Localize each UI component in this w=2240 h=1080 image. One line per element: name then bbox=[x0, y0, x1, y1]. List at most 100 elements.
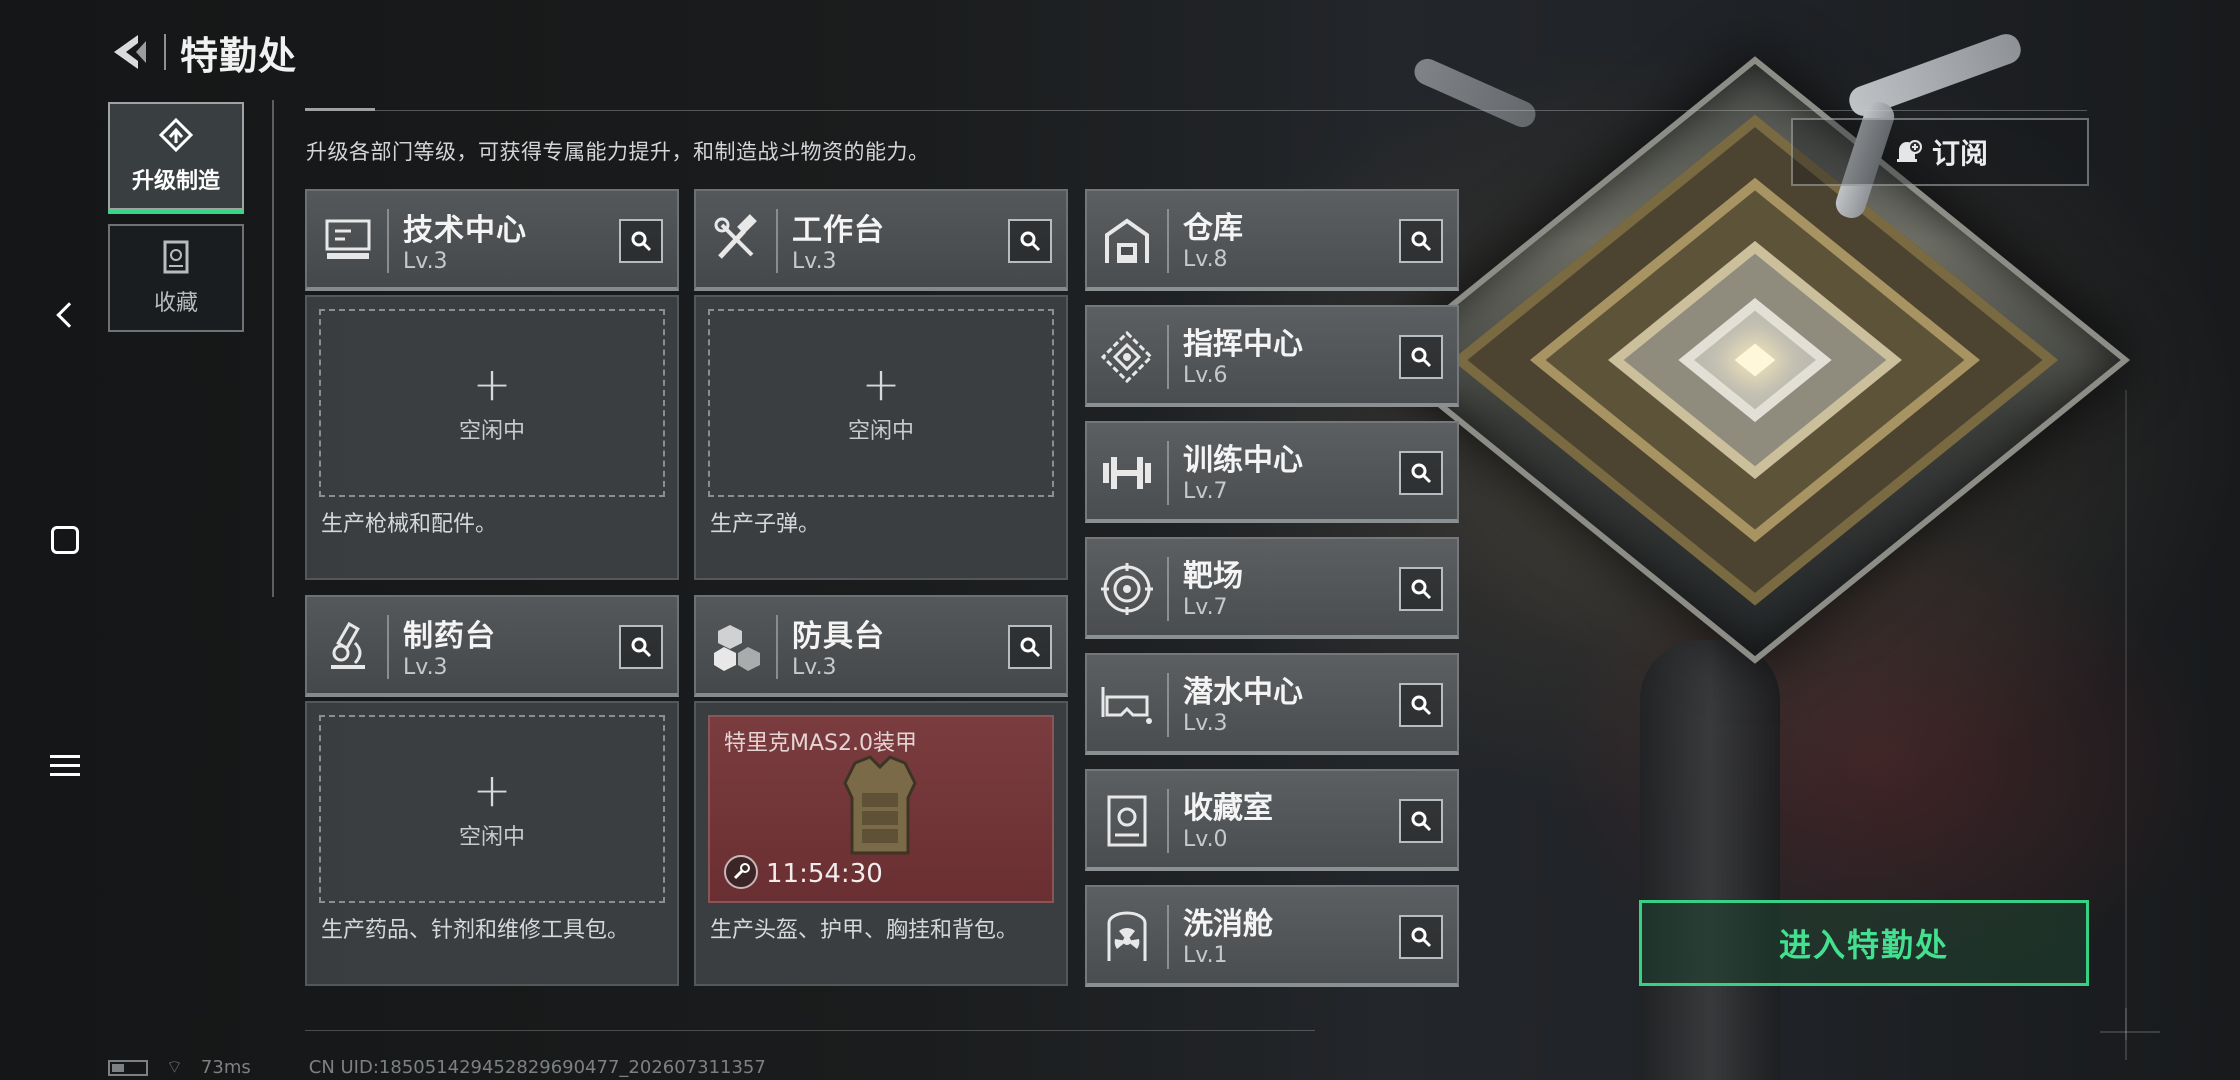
divider bbox=[305, 1030, 1315, 1031]
square-icon bbox=[51, 526, 79, 554]
facility-name: 指挥中心 bbox=[1183, 327, 1303, 362]
armor-vest-icon bbox=[830, 753, 930, 863]
user-uid: CN UID:18505142945282969047​7_2026073113… bbox=[308, 1057, 766, 1078]
facility-decontamination[interactable]: 洗消舱 Lv.1 bbox=[1085, 885, 1459, 987]
slot-status: 空闲中 bbox=[458, 825, 525, 850]
facility-level: Lv.6 bbox=[1183, 363, 1228, 388]
facility-diving-center[interactable]: 潜水中心 Lv.3 bbox=[1085, 653, 1459, 755]
subscribe-label: 订阅 bbox=[1931, 137, 1988, 170]
search-icon bbox=[1020, 637, 1041, 658]
tab-collection[interactable]: 收藏 bbox=[108, 224, 244, 332]
search-button[interactable] bbox=[1399, 799, 1443, 843]
workstation-body-armor: 特里克MAS2.0装甲 11:54:30 生产头盔、护甲、胸挂和背包。 bbox=[694, 701, 1068, 986]
facility-command-center[interactable]: 指挥中心 Lv.6 bbox=[1085, 305, 1459, 407]
bell-plus-icon bbox=[1892, 137, 1922, 167]
slot-status: 空闲中 bbox=[458, 419, 525, 444]
plus-icon: + bbox=[861, 357, 901, 411]
facility-name: 洗消舱 bbox=[1183, 907, 1273, 942]
header: 特勤处 bbox=[108, 24, 297, 80]
facility-name: 靶场 bbox=[1183, 559, 1243, 594]
search-button[interactable] bbox=[1399, 567, 1443, 611]
workstation-level: Lv.3 bbox=[403, 655, 448, 680]
dumbbell-icon bbox=[1099, 445, 1155, 501]
tools-icon bbox=[710, 213, 764, 267]
back-arrow-icon[interactable] bbox=[108, 31, 150, 73]
diving-mask-icon bbox=[1099, 677, 1155, 733]
system-back-button[interactable] bbox=[40, 290, 90, 340]
facility-warehouse[interactable]: 仓库 Lv.8 bbox=[1085, 189, 1459, 291]
craft-slot-empty[interactable]: + 空闲中 bbox=[319, 715, 665, 903]
workstation-desc: 生产头盔、护甲、胸挂和背包。 bbox=[710, 918, 1019, 943]
tab-upgrade-craft[interactable]: 升级制造 bbox=[108, 102, 244, 214]
page-title: 特勤处 bbox=[180, 33, 298, 78]
workstation-desc: 生产药品、针剂和维修工具包。 bbox=[321, 918, 630, 943]
workstation-header-armor[interactable]: 防具台 Lv.3 bbox=[694, 595, 1068, 697]
workstation-desc: 生产子弹。 bbox=[710, 512, 821, 537]
divider-accent bbox=[305, 108, 375, 111]
workstation-desc: 生产枪械和配件。 bbox=[321, 512, 498, 537]
target-icon bbox=[1099, 561, 1155, 617]
system-navigation-bar bbox=[0, 0, 100, 1080]
battery-icon bbox=[108, 1059, 148, 1076]
search-icon bbox=[1411, 347, 1432, 368]
tab-label: 收藏 bbox=[153, 291, 198, 316]
search-button[interactable] bbox=[1008, 625, 1052, 669]
background-pillar bbox=[1640, 640, 1780, 1080]
facility-level: Lv.7 bbox=[1183, 479, 1228, 504]
radiation-icon bbox=[1099, 909, 1155, 965]
facility-name: 潜水中心 bbox=[1183, 675, 1303, 710]
command-icon bbox=[1099, 329, 1155, 385]
search-button[interactable] bbox=[1008, 219, 1052, 263]
workstation-name: 防具台 bbox=[792, 619, 885, 654]
plus-icon: + bbox=[472, 763, 512, 817]
wrench-icon bbox=[724, 855, 758, 889]
workstation-name: 工作台 bbox=[792, 213, 885, 248]
workstation-header-tech-center[interactable]: 技术中心 Lv.3 bbox=[305, 189, 679, 291]
divider bbox=[305, 110, 2087, 111]
page-description: 升级各部门等级，可获得专属能力提升，和制造战斗物资的能力。 bbox=[306, 140, 930, 164]
cubes-icon bbox=[710, 619, 764, 673]
search-button[interactable] bbox=[619, 625, 663, 669]
workstation-name: 制药台 bbox=[403, 619, 496, 654]
search-button[interactable] bbox=[1399, 335, 1443, 379]
search-button[interactable] bbox=[1399, 683, 1443, 727]
workstation-level: Lv.3 bbox=[403, 249, 448, 274]
chevron-left-icon bbox=[56, 302, 82, 328]
workstation-body-tech-center: + 空闲中 生产枪械和配件。 bbox=[305, 295, 679, 580]
workstation-body-pharmacy: + 空闲中 生产药品、针剂和维修工具包。 bbox=[305, 701, 679, 986]
facility-training-center[interactable]: 训练中心 Lv.7 bbox=[1085, 421, 1459, 523]
search-icon bbox=[1411, 579, 1432, 600]
system-home-button[interactable] bbox=[40, 515, 90, 565]
facility-level: Lv.3 bbox=[1183, 711, 1228, 736]
workstation-header-workbench[interactable]: 工作台 Lv.3 bbox=[694, 189, 1068, 291]
search-button[interactable] bbox=[1399, 219, 1443, 263]
menu-icon bbox=[50, 754, 80, 776]
search-icon bbox=[1411, 463, 1432, 484]
system-menu-button[interactable] bbox=[40, 740, 90, 790]
craft-slot-active[interactable]: 特里克MAS2.0装甲 11:54:30 bbox=[708, 715, 1054, 903]
facility-level: Lv.0 bbox=[1183, 827, 1228, 852]
facility-shooting-range[interactable]: 靶场 Lv.7 bbox=[1085, 537, 1459, 639]
craft-slot-empty[interactable]: + 空闲中 bbox=[319, 309, 665, 497]
search-icon bbox=[1411, 927, 1432, 948]
workstation-body-workbench: + 空闲中 生产子弹。 bbox=[694, 295, 1068, 580]
search-button[interactable] bbox=[619, 219, 663, 263]
slot-status: 空闲中 bbox=[847, 419, 914, 444]
ping-value: 73ms bbox=[200, 1057, 251, 1078]
facility-level: Lv.7 bbox=[1183, 595, 1228, 620]
search-icon bbox=[1411, 695, 1432, 716]
craft-slot-empty[interactable]: + 空闲中 bbox=[708, 309, 1054, 497]
warehouse-icon bbox=[1099, 213, 1155, 269]
search-button[interactable] bbox=[1399, 915, 1443, 959]
search-icon bbox=[1411, 231, 1432, 252]
upgrade-icon bbox=[158, 117, 194, 153]
search-button[interactable] bbox=[1399, 451, 1443, 495]
workstation-name: 技术中心 bbox=[403, 213, 527, 248]
workstation-header-pharmacy[interactable]: 制药台 Lv.3 bbox=[305, 595, 679, 697]
subscribe-button[interactable]: 订阅 bbox=[1791, 118, 2089, 186]
enter-special-ops-button[interactable]: 进入特勤处 bbox=[1639, 900, 2089, 986]
facility-collection-room[interactable]: 收藏室 Lv.0 bbox=[1085, 769, 1459, 871]
plus-icon: + bbox=[472, 357, 512, 411]
workstation-level: Lv.3 bbox=[792, 249, 837, 274]
status-footer: ⌔ 73ms CN UID:18505142945282969047​7_202… bbox=[108, 1056, 766, 1079]
